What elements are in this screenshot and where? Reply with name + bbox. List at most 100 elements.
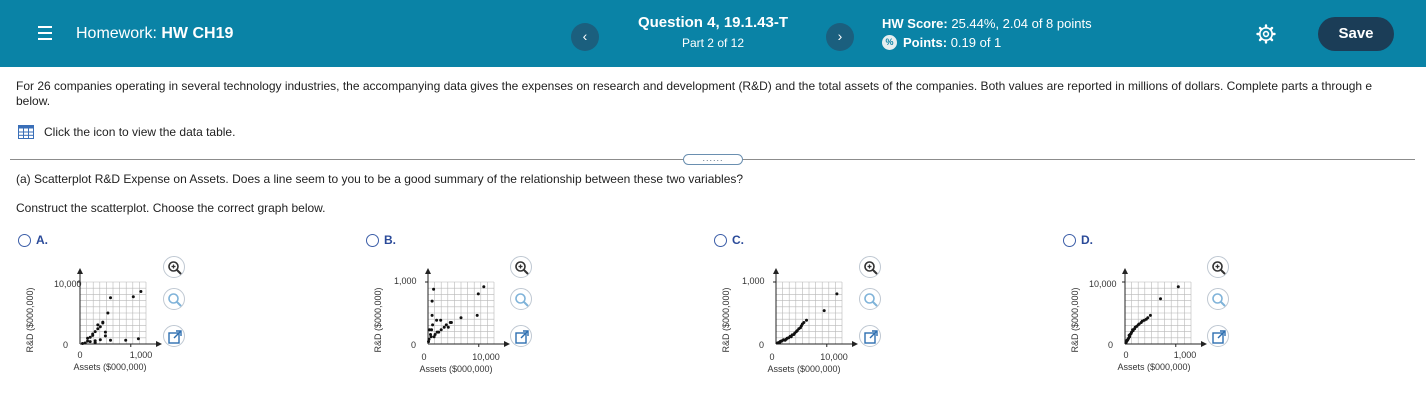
data-point xyxy=(88,340,92,344)
x-zero-label: 0 xyxy=(769,352,774,362)
data-point xyxy=(83,341,87,345)
score-block: HW Score: 25.44%, 2.04 of 8 points % Poi… xyxy=(882,16,1092,50)
data-point xyxy=(136,337,140,341)
expand-toggle[interactable]: ...... xyxy=(683,154,743,165)
data-point xyxy=(109,296,112,300)
y-axis-label: R&D ($000,000) xyxy=(25,287,35,352)
y-axis-arrow xyxy=(1122,268,1128,274)
y-axis-label: R&D ($000,000) xyxy=(1070,287,1080,352)
question-title: Question 4, 19.1.43-T xyxy=(637,14,789,31)
homework-title: Homework: HW CH19 xyxy=(76,25,233,43)
data-point xyxy=(439,318,443,322)
zoom-out-icon[interactable] xyxy=(510,288,532,310)
zoom-out-icon[interactable] xyxy=(1207,288,1229,310)
option-label: D. xyxy=(1081,233,1093,247)
next-question-button[interactable]: › xyxy=(826,23,854,51)
data-point xyxy=(98,325,102,329)
data-table-link[interactable]: Click the icon to view the data table. xyxy=(18,125,235,139)
x-axis-label: Assets ($000,000) xyxy=(1117,362,1190,372)
y-axis-arrow xyxy=(77,268,83,274)
zoom-in-icon[interactable] xyxy=(1207,256,1229,278)
x-tick-label: 10,000 xyxy=(472,352,500,362)
data-point xyxy=(96,327,100,331)
expand-icon[interactable] xyxy=(510,325,532,347)
data-point xyxy=(101,320,105,324)
data-point xyxy=(433,333,437,336)
zoom-out-icon[interactable] xyxy=(859,288,881,310)
zoom-out-icon[interactable] xyxy=(163,288,185,310)
zoom-in-icon[interactable] xyxy=(859,256,881,278)
data-point xyxy=(435,330,439,334)
option-label: B. xyxy=(384,233,396,247)
menu-icon[interactable] xyxy=(38,26,52,40)
hw-score-value: 25.44%, 2.04 of 8 points xyxy=(951,16,1092,31)
grid xyxy=(1124,281,1192,345)
grid xyxy=(79,281,147,345)
data-point xyxy=(475,313,479,317)
y-axis-arrow xyxy=(425,268,431,274)
x-tick-label: 1,000 xyxy=(1174,350,1197,360)
data-point xyxy=(778,340,782,344)
x-axis-arrow xyxy=(852,341,858,347)
data-point xyxy=(91,333,95,337)
data-point xyxy=(482,285,486,289)
data-points xyxy=(81,290,143,345)
data-point xyxy=(1148,313,1152,317)
option-a[interactable]: A. xyxy=(18,233,48,247)
save-button[interactable]: Save xyxy=(1318,17,1394,51)
grid xyxy=(427,281,495,345)
data-point xyxy=(793,331,797,335)
data-link-text[interactable]: Click the icon to view the data table. xyxy=(44,125,235,139)
y-tick-label: 10,000 xyxy=(1089,279,1117,289)
data-point xyxy=(435,318,439,322)
data-point xyxy=(835,292,839,296)
data-point xyxy=(131,295,135,299)
previous-question-button[interactable]: ‹ xyxy=(571,23,599,51)
data-point xyxy=(431,323,435,327)
option-d[interactable]: D. xyxy=(1063,233,1093,247)
hw-score-label: HW Score: xyxy=(882,16,948,31)
data-point xyxy=(96,323,100,327)
data-point xyxy=(822,309,826,313)
radio-button[interactable] xyxy=(18,233,31,247)
option-c[interactable]: C. xyxy=(714,233,744,247)
data-point xyxy=(785,336,789,340)
expand-icon[interactable] xyxy=(163,325,185,347)
y-zero-label: 0 xyxy=(63,340,68,350)
x-axis-label: Assets ($000,000) xyxy=(767,364,840,374)
x-tick-label: 10,000 xyxy=(820,352,848,362)
problem-statement: For 26 companies operating in several te… xyxy=(16,79,1373,108)
zoom-in-icon[interactable] xyxy=(163,256,185,278)
data-point xyxy=(1129,332,1133,335)
data-point xyxy=(1135,324,1139,328)
y-axis-label: R&D ($000,000) xyxy=(373,287,383,352)
homework-name: HW CH19 xyxy=(161,25,234,42)
expand-icon[interactable] xyxy=(1207,325,1229,347)
data-point xyxy=(795,329,799,333)
top-bar: Homework: HW CH19 ‹ Question 4, 19.1.43-… xyxy=(0,0,1426,67)
y-zero-label: 0 xyxy=(759,340,764,350)
data-point xyxy=(1133,327,1137,331)
expand-icon[interactable] xyxy=(859,325,881,347)
data-point xyxy=(103,330,107,334)
option-b[interactable]: B. xyxy=(366,233,396,247)
radio-button[interactable] xyxy=(1063,233,1076,247)
grid xyxy=(775,281,843,345)
y-zero-label: 0 xyxy=(411,340,416,350)
gear-icon[interactable] xyxy=(1256,24,1276,44)
data-point xyxy=(439,328,443,332)
data-point xyxy=(427,340,430,344)
data-point xyxy=(429,335,433,339)
data-point xyxy=(124,338,128,342)
question-text: (a) Scatterplot R&D Expense on Assets. D… xyxy=(16,172,744,186)
radio-button[interactable] xyxy=(714,233,727,247)
zoom-in-icon[interactable] xyxy=(510,256,532,278)
data-point xyxy=(1176,285,1180,289)
points-label: Points: xyxy=(903,35,948,50)
table-icon[interactable] xyxy=(18,125,34,139)
radio-button[interactable] xyxy=(366,233,379,247)
data-point xyxy=(476,292,480,296)
data-point xyxy=(106,311,110,315)
data-point xyxy=(93,341,97,345)
partial-credit-icon: % xyxy=(882,35,897,50)
